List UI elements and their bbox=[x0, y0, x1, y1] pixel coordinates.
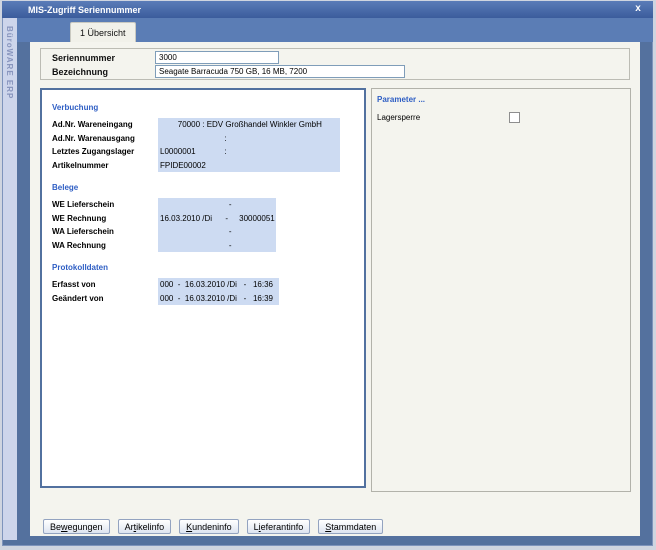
bezeichnung-input[interactable] bbox=[155, 65, 405, 78]
row-value-field: 000 - 16.03.2010 /Di - 16:36 bbox=[158, 278, 279, 292]
lagersperre-label: Lagersperre bbox=[377, 113, 509, 122]
row-label: Erfasst von bbox=[52, 278, 158, 292]
row-label: Ad.Nr. Warenausgang bbox=[52, 132, 158, 146]
row-value-field: - bbox=[158, 239, 276, 253]
bezeichnung-label: Bezeichnung bbox=[52, 66, 108, 79]
table-row: Geändert von 000 - 16.03.2010 /Di - 16:3… bbox=[52, 292, 364, 306]
artikelinfo-button[interactable]: Artikelinfo bbox=[118, 519, 172, 534]
section-belege: Belege WE Lieferschein - WE Rechnung 16.… bbox=[52, 183, 364, 252]
lieferantinfo-button[interactable]: Lieferantinfo bbox=[247, 519, 311, 534]
button-label: undeninfo bbox=[192, 522, 232, 532]
section-title: Verbuchung bbox=[52, 103, 364, 112]
table-row: Ad.Nr. Warenausgang : bbox=[52, 132, 364, 146]
button-label: egungen bbox=[68, 522, 103, 532]
button-label: Ar bbox=[125, 522, 134, 532]
row-label: WA Lieferschein bbox=[52, 225, 158, 239]
row-label: Ad.Nr. Wareneingang bbox=[52, 118, 158, 132]
row-label: WE Lieferschein bbox=[52, 198, 158, 212]
brand-strip: BüroWARE ERP bbox=[3, 18, 17, 540]
table-row: WE Lieferschein - bbox=[52, 198, 364, 212]
row-value-field: 70000 : EDV Großhandel Winkler GmbH bbox=[158, 118, 340, 132]
button-label: eferantinfo bbox=[261, 522, 304, 532]
kundeninfo-button[interactable]: Kundeninfo bbox=[179, 519, 239, 534]
row-label: Artikelnummer bbox=[52, 159, 158, 173]
section-verbuchung: Verbuchung Ad.Nr. Wareneingang 70000 : E… bbox=[52, 103, 364, 172]
table-row: Artikelnummer FPIDE00002 bbox=[52, 159, 364, 173]
footer-buttons: Bewegungen Artikelinfo Kundeninfo Liefer… bbox=[43, 519, 383, 534]
parameter-panel: Parameter ... Lagersperre bbox=[371, 88, 631, 492]
tab-uebersicht[interactable]: 1 Übersicht bbox=[70, 22, 136, 42]
button-label: ikelinfo bbox=[136, 522, 164, 532]
row-value-field: FPIDE00002 bbox=[158, 159, 340, 173]
table-row: WA Lieferschein - bbox=[52, 225, 364, 239]
lagersperre-row: Lagersperre bbox=[377, 112, 630, 123]
table-row: WA Rechnung - bbox=[52, 239, 364, 253]
seriennummer-label: Seriennummer bbox=[52, 52, 115, 65]
overview-panel: Verbuchung Ad.Nr. Wareneingang 70000 : E… bbox=[40, 88, 366, 488]
brand-label: BüroWARE ERP bbox=[5, 26, 14, 99]
bewegungen-button[interactable]: Bewegungen bbox=[43, 519, 110, 534]
row-label: WA Rechnung bbox=[52, 239, 158, 253]
button-label: tammdaten bbox=[331, 522, 376, 532]
table-row: Erfasst von 000 - 16.03.2010 /Di - 16:36 bbox=[52, 278, 364, 292]
row-label: WE Rechnung bbox=[52, 212, 158, 226]
row-label: Geändert von bbox=[52, 292, 158, 306]
row-value-field: 000 - 16.03.2010 /Di - 16:39 bbox=[158, 292, 279, 306]
parameter-title: Parameter ... bbox=[377, 95, 630, 104]
window-title: MIS-Zugriff Seriennummer bbox=[28, 5, 141, 15]
section-protokolldaten: Protokolldaten Erfasst von 000 - 16.03.2… bbox=[52, 263, 364, 305]
button-label: Be bbox=[50, 522, 61, 532]
table-row: Ad.Nr. Wareneingang 70000 : EDV Großhand… bbox=[52, 118, 364, 132]
table-row: WE Rechnung 16.03.2010 /Di - 30000051 bbox=[52, 212, 364, 226]
row-value-field: 16.03.2010 /Di - 30000051 bbox=[158, 212, 276, 226]
table-row: Letztes Zugangslager L0000001 : bbox=[52, 145, 364, 159]
section-title: Belege bbox=[52, 183, 364, 192]
lagersperre-checkbox[interactable] bbox=[509, 112, 520, 123]
row-value-field: - bbox=[158, 198, 276, 212]
row-value-field: L0000001 : bbox=[158, 145, 340, 159]
row-label: Letztes Zugangslager bbox=[52, 145, 158, 159]
seriennummer-input[interactable] bbox=[155, 51, 279, 64]
titlebar[interactable]: MIS-Zugriff Seriennummer bbox=[2, 1, 653, 18]
stammdaten-button[interactable]: Stammdaten bbox=[318, 519, 383, 534]
close-icon[interactable]: x bbox=[632, 2, 644, 15]
section-title: Protokolldaten bbox=[52, 263, 364, 272]
row-value-field: - bbox=[158, 225, 276, 239]
row-value-field: : bbox=[158, 132, 340, 146]
